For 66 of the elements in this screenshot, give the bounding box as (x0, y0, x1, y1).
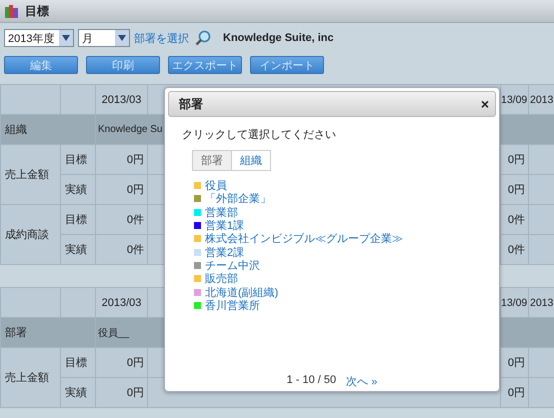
row-header: 売上金額 (0, 144, 60, 204)
column-header: 2013 (528, 84, 554, 114)
table-cell: 0円 (96, 348, 148, 378)
department-link[interactable]: チーム中沢 (205, 258, 260, 273)
table-cell (528, 234, 554, 264)
row-header: 目標 (60, 144, 96, 174)
dropdown-arrow-icon (118, 35, 126, 41)
row-header: 成約商談 (0, 204, 60, 264)
row-header: 目標 (60, 204, 96, 234)
toolbar-button[interactable]: 編集 (4, 56, 78, 74)
year-select[interactable]: 2013年度 (4, 29, 74, 47)
period-select[interactable]: 月 (78, 29, 130, 47)
instruction-text: クリックして選択してください (182, 128, 337, 142)
close-button[interactable]: × (480, 97, 489, 111)
table-cell: 0円 (500, 348, 528, 378)
table-cell: 0円 (96, 174, 148, 204)
department-link[interactable]: 販売部 (205, 271, 238, 286)
page-range: 1 - 10 / 50 (286, 374, 336, 388)
department-link[interactable]: 香川営業所 (205, 298, 260, 313)
table-cell (528, 204, 554, 234)
department-link[interactable]: 役員 (205, 178, 227, 194)
table-cell (0, 84, 60, 114)
table-cell (60, 288, 96, 318)
company-name: Knowledge Suite, inc (223, 32, 334, 44)
department-link[interactable]: 北海道(副組織) (205, 284, 278, 300)
dropdown-arrow-icon (62, 35, 70, 41)
next-page-link[interactable]: 次へ » (346, 374, 378, 389)
table-cell (0, 288, 60, 318)
table-cell: 0件 (96, 204, 148, 234)
table-cell: 0円 (500, 174, 528, 204)
table-cell: 0件 (500, 204, 528, 234)
column-header: 2013 (528, 288, 554, 318)
table-cell (528, 348, 554, 378)
table-cell (528, 378, 554, 408)
row-header: 実績 (60, 174, 96, 204)
table-cell: 0円 (500, 378, 528, 408)
table-cell (60, 84, 96, 114)
row-header: 売上金額 (0, 348, 60, 408)
table-cell (528, 144, 554, 174)
toolbar-button[interactable]: エクスポート (168, 56, 242, 74)
table-cell (528, 174, 554, 204)
window-title: 目標 (25, 2, 49, 20)
department-link[interactable]: 営業2課 (205, 244, 244, 260)
dialog-title: 部署 (179, 96, 203, 112)
row-header: 目標 (60, 348, 96, 378)
books-icon (4, 3, 20, 19)
row-header: 実績 (60, 234, 96, 264)
department-link[interactable]: 「外部企業」 (205, 191, 271, 206)
table-cell: 0件 (96, 234, 148, 264)
column-header: 2013/03 (96, 84, 148, 114)
row-header: 組織 (0, 114, 96, 144)
select-department-link[interactable]: 部署を選択 (134, 30, 189, 46)
table-cell: 0円 (96, 144, 148, 174)
department-link[interactable]: 営業1課 (205, 218, 244, 234)
search-icon[interactable] (195, 30, 211, 46)
department-link[interactable]: 営業部 (205, 204, 238, 220)
row-header: 部署 (0, 318, 96, 348)
tab[interactable]: 部署 (193, 151, 231, 170)
column-header: 2013/03 (96, 288, 148, 318)
table-cell: 0件 (500, 234, 528, 264)
column-header: 13/09 (500, 84, 528, 114)
department-link[interactable]: 株式会社インビジブル≪グループ企業≫ (205, 231, 403, 246)
table-cell: 0円 (500, 144, 528, 174)
column-header: 13/09 (500, 288, 528, 318)
table-cell: 0円 (96, 378, 148, 408)
row-header: 実績 (60, 378, 96, 408)
